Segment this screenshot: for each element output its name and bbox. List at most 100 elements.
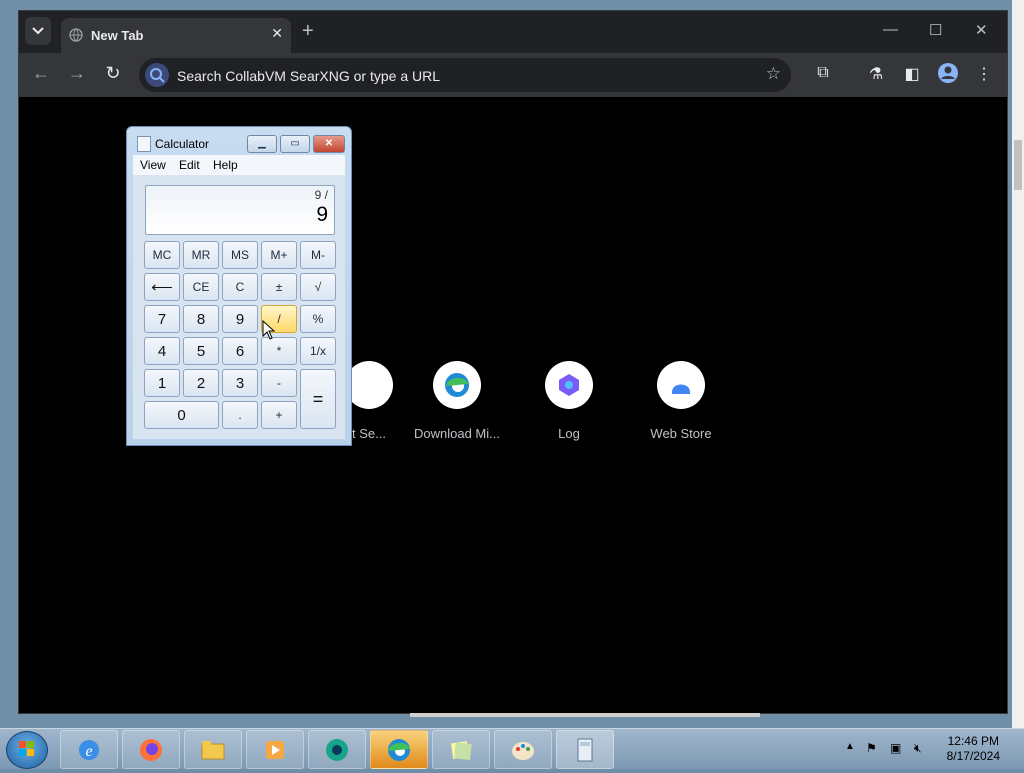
paint-icon bbox=[512, 741, 534, 760]
edge-icon bbox=[388, 738, 410, 761]
key-m-plus[interactable]: M+ bbox=[261, 241, 297, 269]
taskbar-media-player[interactable] bbox=[246, 730, 304, 769]
browser-titlebar: New Tab ✕ + — ☐ ✕ bbox=[19, 11, 1007, 53]
key-reciprocal[interactable]: 1/x bbox=[300, 337, 336, 365]
taskbar: e ▲ ⚑ ▣ 🔇︎ 12:46 PM 8/17/2024 bbox=[0, 728, 1024, 769]
browser-toolbar: ← → ↻ ☆ ⧉ ⚗ ◧ ⋮ bbox=[19, 53, 1007, 97]
calculator-window: Calculator ▁ ▭ ✕ View Edit Help 9 / 9 MC… bbox=[126, 126, 352, 446]
volume-muted-icon[interactable]: 🔇︎ bbox=[914, 741, 922, 756]
key-3[interactable]: 3 bbox=[222, 369, 258, 397]
shortcut-label: Web Store bbox=[650, 426, 712, 441]
horizontal-scrollbar[interactable] bbox=[410, 713, 760, 717]
action-center-flag-icon[interactable]: ⚑ bbox=[866, 741, 877, 755]
address-input[interactable] bbox=[175, 65, 749, 87]
key-sqrt[interactable]: √ bbox=[300, 273, 336, 301]
maximize-icon[interactable]: ☐ bbox=[929, 21, 942, 39]
scrollbar-thumb[interactable] bbox=[1014, 140, 1022, 190]
network-icon[interactable]: ▣ bbox=[890, 741, 901, 755]
tab-title: New Tab bbox=[91, 28, 144, 43]
minimize-icon[interactable]: — bbox=[883, 21, 898, 38]
key-c[interactable]: C bbox=[222, 273, 258, 301]
key-mr[interactable]: MR bbox=[183, 241, 219, 269]
calc-display: 9 / 9 bbox=[145, 185, 335, 235]
back-icon[interactable]: ← bbox=[29, 63, 53, 84]
shortcut-label: Download Mi... bbox=[414, 426, 500, 441]
calc-minimize-button[interactable]: ▁ bbox=[247, 135, 277, 153]
key-percent[interactable]: % bbox=[300, 305, 336, 333]
internet-explorer-icon: e bbox=[79, 739, 99, 760]
key-4[interactable]: 4 bbox=[144, 337, 180, 365]
key-plus-minus[interactable]: ± bbox=[261, 273, 297, 301]
menu-kebab-icon[interactable]: ⋮ bbox=[973, 64, 995, 84]
close-tab-icon[interactable]: ✕ bbox=[271, 25, 283, 42]
key-ce[interactable]: CE bbox=[183, 273, 219, 301]
vertical-scrollbar[interactable] bbox=[1012, 0, 1024, 728]
key-backspace[interactable]: ⟵ bbox=[144, 273, 180, 301]
calc-expression: 9 / bbox=[314, 188, 328, 202]
calc-menubar: View Edit Help bbox=[133, 155, 345, 175]
svg-text:e: e bbox=[85, 743, 92, 760]
key-5[interactable]: 5 bbox=[183, 337, 219, 365]
key-ms[interactable]: MS bbox=[222, 241, 258, 269]
key-mc[interactable]: MC bbox=[144, 241, 180, 269]
windows-logo-icon bbox=[19, 741, 34, 756]
key-2[interactable]: 2 bbox=[183, 369, 219, 397]
key-0[interactable]: 0 bbox=[144, 401, 219, 429]
chevron-down-icon bbox=[32, 27, 44, 35]
taskbar-firefox[interactable] bbox=[122, 730, 180, 769]
key-7[interactable]: 7 bbox=[144, 305, 180, 333]
taskbar-ie[interactable]: e bbox=[60, 730, 118, 769]
key-equals[interactable]: = bbox=[300, 369, 336, 429]
globe-icon bbox=[69, 28, 83, 42]
folder-icon bbox=[201, 740, 225, 759]
shortcut-tile[interactable]: Log bbox=[514, 361, 624, 441]
taskbar-calculator[interactable] bbox=[556, 730, 614, 769]
tab-new-tab[interactable]: New Tab ✕ bbox=[61, 18, 291, 53]
key-9[interactable]: 9 bbox=[222, 305, 258, 333]
app-icon bbox=[326, 738, 348, 761]
sticky-notes-icon bbox=[450, 740, 472, 760]
taskbar-paint[interactable] bbox=[494, 730, 552, 769]
new-tab-icon[interactable]: + bbox=[302, 20, 314, 43]
menu-edit[interactable]: Edit bbox=[179, 158, 200, 172]
clock-time: 12:46 PM bbox=[947, 734, 999, 748]
clock-date: 8/17/2024 bbox=[946, 749, 1000, 763]
key-m-minus[interactable]: M- bbox=[300, 241, 336, 269]
firefox-icon bbox=[140, 738, 162, 761]
media-player-icon bbox=[266, 740, 284, 759]
tray-expand-icon[interactable]: ▲ bbox=[845, 741, 855, 752]
taskbar-app[interactable] bbox=[308, 730, 366, 769]
reload-icon[interactable]: ↻ bbox=[101, 63, 125, 84]
profile-avatar-icon[interactable] bbox=[937, 62, 959, 89]
calc-restore-button[interactable]: ▭ bbox=[280, 135, 310, 153]
start-button[interactable] bbox=[6, 731, 48, 769]
shortcut-tile[interactable]: Web Store bbox=[626, 361, 736, 441]
extensions-icon[interactable]: ⧉ bbox=[812, 64, 834, 82]
key-add[interactable]: + bbox=[261, 401, 297, 429]
menu-help[interactable]: Help bbox=[213, 158, 238, 172]
key-decimal[interactable]: . bbox=[222, 401, 258, 429]
calculator-title: Calculator bbox=[155, 137, 210, 151]
labs-flask-icon[interactable]: ⚗ bbox=[865, 64, 887, 84]
copilot-icon bbox=[545, 361, 593, 409]
key-6[interactable]: 6 bbox=[222, 337, 258, 365]
shortcut-label: Log bbox=[558, 426, 580, 441]
tab-search-button[interactable] bbox=[25, 17, 51, 45]
side-panel-icon[interactable]: ◧ bbox=[901, 64, 923, 84]
taskbar-explorer[interactable] bbox=[184, 730, 242, 769]
key-8[interactable]: 8 bbox=[183, 305, 219, 333]
calc-close-button[interactable]: ✕ bbox=[313, 135, 345, 153]
bookmark-star-icon[interactable]: ☆ bbox=[766, 64, 781, 84]
omnibox[interactable]: ☆ bbox=[139, 58, 791, 92]
close-window-icon[interactable]: ✕ bbox=[975, 21, 988, 39]
taskbar-notes[interactable] bbox=[432, 730, 490, 769]
key-subtract[interactable]: - bbox=[261, 369, 297, 397]
system-clock[interactable]: 12:46 PM 8/17/2024 bbox=[947, 734, 1000, 764]
menu-view[interactable]: View bbox=[140, 158, 166, 172]
key-1[interactable]: 1 bbox=[144, 369, 180, 397]
key-multiply[interactable]: * bbox=[261, 337, 297, 365]
taskbar-edge[interactable] bbox=[370, 730, 428, 769]
edge-icon bbox=[433, 361, 481, 409]
shortcut-tile[interactable]: Download Mi... bbox=[402, 361, 512, 441]
forward-icon[interactable]: → bbox=[65, 63, 89, 84]
